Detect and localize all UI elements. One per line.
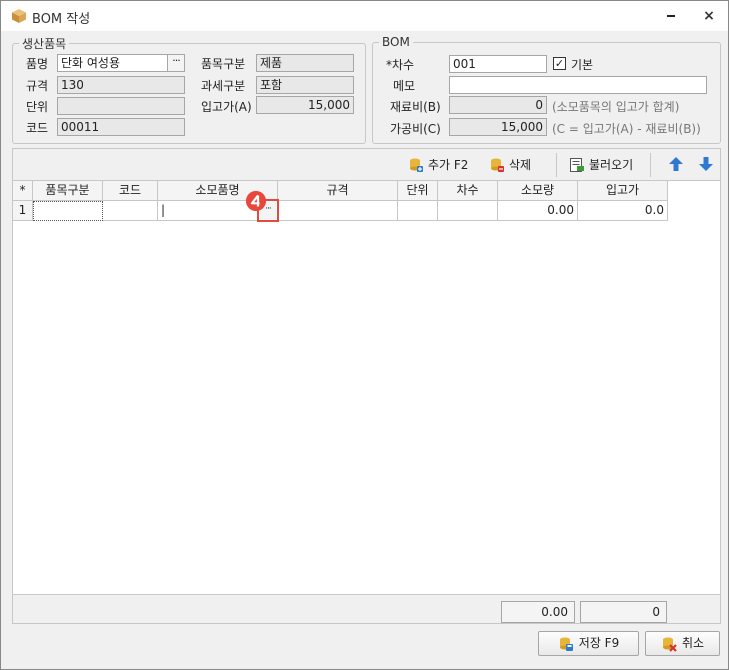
default-label: 기본 [571,58,594,72]
bom-window: BOM 작성 × 생산품목 품명 단화 여성용 ··· 규격 130 단위 코드… [0,0,729,670]
total-price: 0 [580,601,667,623]
step-number-icon [246,191,266,211]
grid-corner: * [13,181,33,201]
default-checkbox[interactable]: ✓ [553,57,566,70]
window-title: BOM 작성 [32,12,91,27]
save-icon [559,637,573,651]
column-header[interactable]: 차수 [438,181,498,201]
column-header[interactable]: 소모량 [498,181,578,201]
save-button-label: 저장 F9 [578,636,620,650]
column-header[interactable]: 입고가 [578,181,668,201]
total-quantity: 0.00 [501,601,575,623]
move-down-icon[interactable] [698,156,714,172]
delete-button[interactable]: 삭제 [489,155,531,175]
load-icon [570,158,584,172]
product-name-field[interactable]: 단화 여성용 [57,54,168,72]
toolbar-divider [650,153,651,177]
inprice-field: 15,000 [256,96,354,114]
grid-cell[interactable] [33,201,103,221]
grid-cell[interactable] [398,201,438,221]
add-button-label: 추가 F2 [428,158,469,172]
grid-header: * 품목구분 코드 소모품명 규격 단위 차수 소모량 입고가 [13,181,668,201]
toolbar-divider [556,153,557,177]
cancel-button[interactable]: 취소 [645,631,720,656]
grid-cell[interactable] [103,201,158,221]
delete-button-label: 삭제 [509,158,532,172]
add-row-icon [410,158,423,172]
minimize-button[interactable] [661,6,681,26]
process-label: 가공비(C) [390,122,441,136]
material-field: 0 [449,96,547,114]
category-field: 제품 [256,54,354,72]
inprice-label: 입고가(A) [201,100,252,114]
bom-items-panel: 추가 F2 삭제 불러오기 * 품목구분 코드 소모품명 규격 단위 차수 소모… [12,148,721,624]
revision-label: *차수 [386,58,415,72]
memo-label: 메모 [393,79,416,93]
column-header[interactable]: 코드 [103,181,158,201]
process-note: (C = 입고가(A) - 재료비(B)) [552,122,701,136]
row-index: 1 [13,201,33,221]
grid-cell[interactable]: 0.0 [578,201,668,221]
minimize-icon [667,15,675,17]
code-field: 00011 [57,118,185,136]
product-group-legend: 생산품목 [22,37,67,51]
unit-field [57,97,185,115]
tax-label: 과세구분 [201,79,246,93]
spec-field: 130 [57,76,185,94]
add-button[interactable]: 추가 F2 [408,155,468,175]
close-button[interactable]: × [699,6,719,26]
name-label: 품명 [26,57,49,71]
spec-label: 규격 [26,79,49,93]
move-up-icon[interactable] [668,156,684,172]
grid-cell[interactable] [438,201,498,221]
material-label: 재료비(B) [390,100,441,114]
revision-field[interactable]: 001 [449,55,547,73]
grid-cell[interactable]: 0.00 [498,201,578,221]
tax-field: 포함 [256,76,354,94]
table-row[interactable]: 1 | 0.00 0.0 [13,201,668,221]
column-header[interactable]: 품목구분 [33,181,103,201]
cancel-button-label: 취소 [681,636,705,650]
load-button-label: 불러오기 [589,158,634,172]
column-header[interactable]: 규격 [278,181,398,201]
code-label: 코드 [26,121,49,135]
material-note: (소모품목의 입고가 합계) [552,100,680,114]
product-lookup-button[interactable]: ··· [167,54,185,72]
grid-cell[interactable] [278,201,398,221]
cancel-icon [662,637,677,652]
load-button[interactable]: 불러오기 [569,155,633,175]
memo-field[interactable] [449,76,707,94]
category-label: 품목구분 [201,57,246,71]
process-field: 15,000 [449,118,547,136]
bom-group-legend: BOM [382,35,410,49]
unit-label: 단위 [26,100,49,114]
delete-row-icon [491,158,504,172]
save-button[interactable]: 저장 F9 [538,631,639,656]
title-bar: BOM 작성 × [1,1,728,31]
box-icon [12,9,26,23]
column-header[interactable]: 단위 [398,181,438,201]
bom-items-grid: * 품목구분 코드 소모품명 규격 단위 차수 소모량 입고가 1 | 0.00… [13,180,720,595]
